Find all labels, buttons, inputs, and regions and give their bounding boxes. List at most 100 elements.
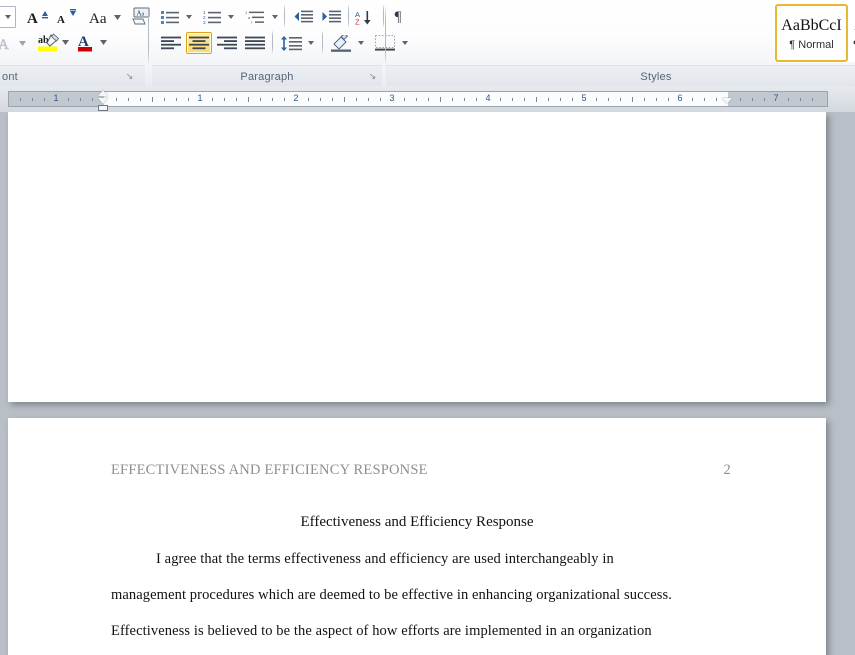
paragraph-group-label: Paragraph xyxy=(240,71,294,83)
paragraph-sep-b xyxy=(348,4,349,28)
paragraph-sep-a xyxy=(284,4,285,28)
ruler-tick xyxy=(524,98,525,101)
ruler-tick xyxy=(428,98,429,101)
grow-font-button[interactable]: A xyxy=(25,6,51,28)
svg-text:i: i xyxy=(251,20,252,24)
page-header: EFFECTIVENESS AND EFFICIENCY RESPONSE 2 xyxy=(8,462,826,479)
align-right-icon xyxy=(217,36,237,50)
svg-text:A: A xyxy=(57,14,65,26)
ruler-tick xyxy=(560,98,561,101)
chevron-down-icon xyxy=(5,15,11,19)
ruler-tick xyxy=(464,98,465,101)
chevron-down-icon xyxy=(227,15,234,19)
style-item-no-spacing[interactable]: AaBbCcI ¶ No Spaci... xyxy=(848,4,855,62)
text-effects-button[interactable]: A xyxy=(0,32,32,54)
svg-text:Z: Z xyxy=(355,17,360,25)
multilevel-list-dropdown[interactable] xyxy=(268,6,281,28)
ruler-tick xyxy=(740,98,741,101)
increase-indent-button[interactable] xyxy=(318,6,344,28)
text-effects-icon: A xyxy=(0,37,26,52)
svg-text:A: A xyxy=(27,11,38,26)
ruler-tick xyxy=(284,98,285,101)
ruler-tick xyxy=(512,98,513,101)
shading-dropdown[interactable] xyxy=(354,32,367,54)
horizontal-ruler[interactable]: 1 1 2 3 4 5 6 7 xyxy=(8,91,828,107)
paragraph-dialog-launcher[interactable]: ↘ xyxy=(367,71,378,82)
style-label: ¶ Normal xyxy=(789,38,834,51)
ruler-number: 1 xyxy=(197,93,203,103)
svg-text:3: 3 xyxy=(203,20,206,24)
ruler-tick xyxy=(704,98,705,101)
text-highlight-color-button[interactable]: ab xyxy=(36,32,72,54)
paragraph-sep-c xyxy=(383,4,384,28)
ruler-tick xyxy=(440,97,441,102)
ruler-tick xyxy=(368,98,369,101)
ruler-tick xyxy=(620,98,621,101)
bullets-dropdown[interactable] xyxy=(182,6,195,28)
align-center-button[interactable] xyxy=(186,32,212,54)
paragraph-sep-e xyxy=(322,30,323,54)
ruler-number: 2 xyxy=(293,93,299,103)
ruler-tick xyxy=(404,98,405,101)
document-page-2[interactable]: EFFECTIVENESS AND EFFICIENCY RESPONSE 2 … xyxy=(8,418,826,655)
shading-button[interactable] xyxy=(328,32,354,54)
styles-group-label: Styles xyxy=(640,71,672,83)
ruler-tick xyxy=(188,98,189,101)
ruler-tick xyxy=(788,98,789,101)
decrease-indent-icon xyxy=(294,10,313,23)
align-center-icon xyxy=(189,36,209,50)
sort-button[interactable]: A Z xyxy=(352,6,378,28)
ruler-tick xyxy=(608,98,609,101)
numbering-dropdown[interactable] xyxy=(224,6,237,28)
align-left-icon xyxy=(161,36,181,50)
body-line-3: Effectiveness is believed to be the aspe… xyxy=(111,623,652,639)
styles-gallery[interactable]: AaBbCcI ¶ Normal AaBbCcI ¶ No Spaci... A… xyxy=(775,4,855,64)
running-head-text: EFFECTIVENESS AND EFFICIENCY RESPONSE xyxy=(111,462,428,478)
ruler-tick xyxy=(596,98,597,101)
numbering-button[interactable]: 1 2 3 xyxy=(200,6,224,28)
justify-button[interactable] xyxy=(242,32,268,54)
font-color-icon: A xyxy=(78,34,107,52)
ruler-number: 3 xyxy=(389,93,395,103)
hanging-indent-marker[interactable] xyxy=(98,98,108,104)
ruler-tick xyxy=(716,98,717,101)
shrink-font-icon: A xyxy=(57,9,76,26)
svg-text:ab: ab xyxy=(38,35,49,46)
ruler-tick xyxy=(764,98,765,101)
ruler-tick xyxy=(812,98,813,101)
ruler-tick xyxy=(80,98,81,101)
bullets-button[interactable] xyxy=(158,6,182,28)
multilevel-list-icon: 1 a i xyxy=(245,10,264,24)
right-indent-marker[interactable] xyxy=(722,98,732,104)
align-right-button[interactable] xyxy=(214,32,240,54)
ruler-tick xyxy=(656,98,657,101)
line-spacing-button[interactable] xyxy=(278,32,304,54)
chevron-down-icon xyxy=(185,15,192,19)
document-page-1[interactable] xyxy=(8,112,826,402)
shrink-font-button[interactable]: A xyxy=(53,6,79,28)
left-indent-marker[interactable] xyxy=(98,105,108,111)
clear-formatting-icon: A a xyxy=(132,7,150,25)
font-color-button[interactable]: A xyxy=(76,32,112,54)
ruler-tick xyxy=(668,98,669,101)
font-size-combo[interactable] xyxy=(0,6,16,28)
multilevel-list-button[interactable]: 1 a i xyxy=(242,6,268,28)
style-item-normal[interactable]: AaBbCcI ¶ Normal xyxy=(775,4,848,62)
ruler-tick xyxy=(32,98,33,101)
ribbon-group-styles: AaBbCcI ¶ Normal AaBbCcI ¶ No Spaci... A… xyxy=(386,0,855,86)
justify-icon xyxy=(245,36,265,50)
align-left-button[interactable] xyxy=(158,32,184,54)
ruler-tick xyxy=(572,98,573,101)
ruler-tick xyxy=(644,98,645,101)
increase-indent-icon xyxy=(322,10,341,23)
first-line-indent-marker[interactable] xyxy=(98,90,108,96)
change-case-button[interactable]: Aa xyxy=(87,6,125,28)
font-dialog-launcher[interactable]: ↘ xyxy=(124,71,135,82)
ruler-tick xyxy=(380,98,381,101)
decrease-indent-button[interactable] xyxy=(290,6,316,28)
line-spacing-dropdown[interactable] xyxy=(304,32,317,54)
ruler-tick xyxy=(536,97,537,102)
document-canvas[interactable]: EFFECTIVENESS AND EFFICIENCY RESPONSE 2 … xyxy=(0,112,855,655)
numbering-icon: 1 2 3 xyxy=(203,10,221,24)
ruler-tick xyxy=(176,98,177,101)
